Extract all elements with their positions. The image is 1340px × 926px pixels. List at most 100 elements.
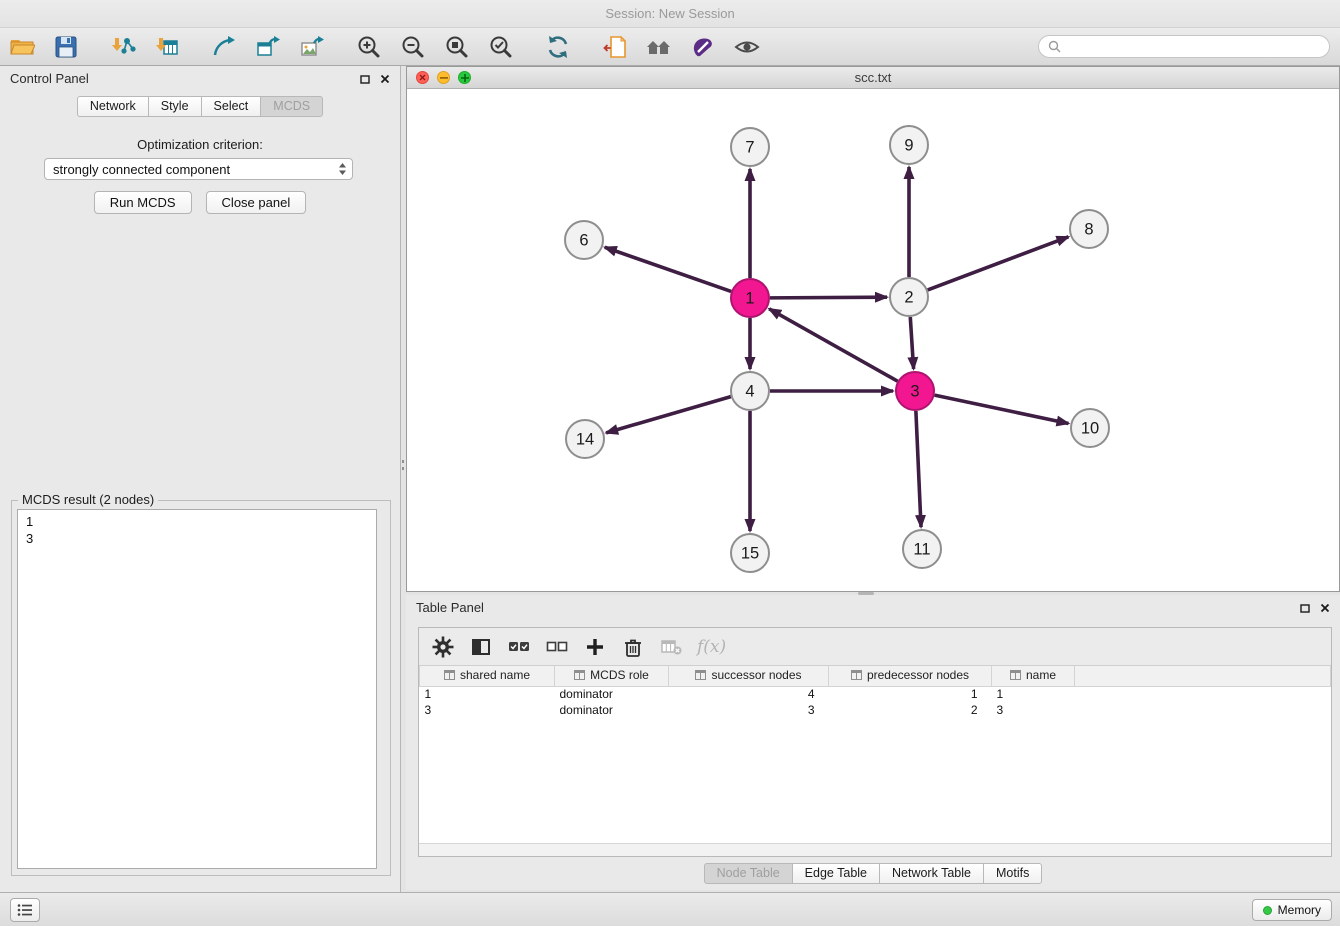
column-header-predecessor-nodes[interactable]: predecessor nodes — [829, 666, 992, 686]
table-horizontal-scrollbar[interactable] — [419, 843, 1331, 856]
edge-1-2[interactable] — [770, 297, 887, 298]
search-field — [1038, 35, 1330, 58]
search-input[interactable] — [1067, 40, 1320, 54]
show-hide-button[interactable] — [729, 32, 765, 62]
table-cell-filler — [1075, 686, 1331, 702]
home-layout-button[interactable] — [641, 32, 677, 62]
table-cell[interactable]: dominator — [555, 686, 669, 702]
memory-button[interactable]: Memory — [1252, 899, 1332, 921]
zoom-selected-icon — [488, 34, 514, 60]
node-4[interactable]: 4 — [731, 372, 769, 410]
edge-2-3[interactable] — [910, 317, 913, 369]
node-14[interactable]: 14 — [566, 420, 604, 458]
mcds-buttons-row: Run MCDS Close panel — [0, 191, 400, 214]
show-columns-button[interactable] — [467, 633, 495, 661]
zoom-in-button[interactable] — [351, 32, 387, 62]
refresh-network-view-button[interactable] — [540, 32, 576, 62]
select-all-columns-button[interactable] — [505, 633, 533, 661]
column-header-successor-nodes[interactable]: successor nodes — [669, 666, 829, 686]
table-row[interactable]: 1dominator411 — [420, 686, 1331, 702]
mcds-result-title: MCDS result (2 nodes) — [18, 492, 158, 507]
float-panel-button[interactable] — [360, 75, 370, 84]
create-column-button[interactable] — [581, 633, 609, 661]
zoom-fit-button[interactable] — [439, 32, 475, 62]
snapshot-document-button[interactable] — [597, 32, 633, 62]
edge-3-10[interactable] — [935, 395, 1069, 423]
node-10[interactable]: 10 — [1071, 409, 1109, 447]
node-6[interactable]: 6 — [565, 221, 603, 259]
save-floppy-icon — [53, 34, 79, 60]
column-header-shared-name[interactable]: shared name — [420, 666, 555, 686]
zoom-selected-button[interactable] — [483, 32, 519, 62]
maximize-window-button[interactable] — [458, 71, 471, 84]
zoom-out-button[interactable] — [395, 32, 431, 62]
export-table-button[interactable] — [250, 32, 286, 62]
node-3[interactable]: 3 — [896, 372, 934, 410]
tab-motifs[interactable]: Motifs — [983, 863, 1042, 884]
close-table-panel-button[interactable] — [1320, 603, 1330, 613]
edge-3-11[interactable] — [916, 411, 921, 527]
tab-mcds[interactable]: MCDS — [260, 96, 323, 117]
tab-network[interactable]: Network — [77, 96, 149, 117]
network-canvas[interactable]: 7 9 6 8 1 2 4 3 14 10 15 11 — [407, 89, 1339, 591]
export-network-button[interactable] — [206, 32, 242, 62]
minimize-window-button[interactable] — [437, 71, 450, 84]
edge-2-8[interactable] — [928, 237, 1069, 290]
table-cell[interactable]: dominator — [555, 702, 669, 718]
control-panel-tabs: NetworkStyleSelectMCDS — [0, 96, 400, 117]
export-image-button[interactable] — [294, 32, 330, 62]
close-window-button[interactable] — [416, 71, 429, 84]
tab-style[interactable]: Style — [148, 96, 202, 117]
table-cell[interactable]: 4 — [669, 686, 829, 702]
node-8[interactable]: 8 — [1070, 210, 1108, 248]
export-image-icon — [299, 34, 325, 60]
mcds-result-list[interactable]: 13 — [17, 509, 377, 869]
table-settings-button[interactable] — [429, 633, 457, 661]
table-cell[interactable]: 1 — [420, 686, 555, 702]
node-9[interactable]: 9 — [890, 126, 928, 164]
table-cell[interactable]: 3 — [669, 702, 829, 718]
node-2[interactable]: 2 — [890, 278, 928, 316]
tab-node-table[interactable]: Node Table — [704, 863, 793, 884]
network-window-titlebar[interactable]: scc.txt — [407, 67, 1339, 89]
import-network-button[interactable] — [105, 32, 141, 62]
run-mcds-button[interactable]: Run MCDS — [94, 191, 192, 214]
tab-network-table[interactable]: Network Table — [879, 863, 984, 884]
close-mcds-panel-button[interactable]: Close panel — [206, 191, 307, 214]
function-builder-button[interactable]: f(x) — [697, 637, 726, 657]
node-15[interactable]: 15 — [731, 534, 769, 572]
import-table-button[interactable] — [149, 32, 185, 62]
table-cell[interactable]: 1 — [992, 686, 1075, 702]
tab-edge-table[interactable]: Edge Table — [792, 863, 880, 884]
float-table-panel-button[interactable] — [1300, 604, 1310, 613]
save-session-button[interactable] — [48, 32, 84, 62]
table-cell[interactable]: 3 — [420, 702, 555, 718]
open-session-button[interactable] — [4, 32, 40, 62]
float-window-icon — [1300, 604, 1310, 613]
delete-table-button-disabled[interactable] — [657, 633, 685, 661]
panel-splitter-handle[interactable] — [402, 460, 404, 474]
node-7[interactable]: 7 — [731, 128, 769, 166]
table-cell[interactable]: 3 — [992, 702, 1075, 718]
node-1[interactable]: 1 — [731, 279, 769, 317]
node-label: 4 — [745, 383, 754, 401]
edge-3-1[interactable] — [769, 309, 897, 381]
apply-style-button[interactable] — [685, 32, 721, 62]
node-11[interactable]: 11 — [903, 530, 941, 568]
optimization-dropdown[interactable]: strongly connected component — [44, 158, 353, 180]
table-cell[interactable]: 1 — [829, 686, 992, 702]
unselect-all-columns-button[interactable] — [543, 633, 571, 661]
column-header-name[interactable]: name — [992, 666, 1075, 686]
delete-column-button[interactable] — [619, 633, 647, 661]
list-icon — [17, 903, 33, 917]
column-header-mcds-role[interactable]: MCDS role — [555, 666, 669, 686]
export-network-icon — [211, 34, 237, 60]
close-control-panel-button[interactable] — [380, 74, 390, 84]
table-row[interactable]: 3dominator323 — [420, 702, 1331, 718]
tab-select[interactable]: Select — [201, 96, 262, 117]
table-cell[interactable]: 2 — [829, 702, 992, 718]
import-network-icon — [110, 34, 136, 60]
edge-1-6[interactable] — [605, 247, 731, 291]
edge-4-14[interactable] — [606, 397, 731, 433]
task-history-button[interactable] — [10, 898, 40, 922]
